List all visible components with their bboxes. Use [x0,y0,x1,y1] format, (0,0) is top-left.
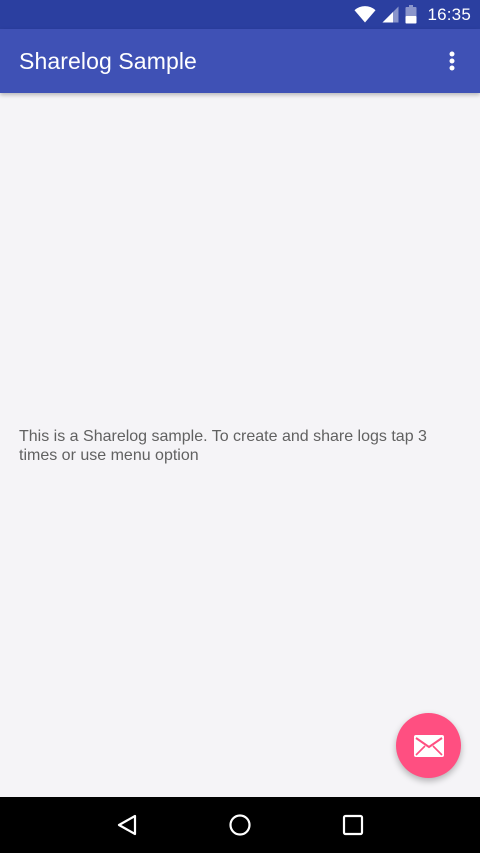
back-button[interactable] [97,797,157,853]
home-icon [229,814,251,836]
email-icon [413,734,444,757]
home-button[interactable] [210,797,270,853]
cell-signal-icon [382,6,399,23]
instruction-text: This is a Sharelog sample. To create and… [19,428,427,464]
recents-button[interactable] [323,797,383,853]
share-email-fab[interactable] [396,713,461,778]
app-screen: 16:35 Sharelog Sample This is a Sharelog… [0,0,480,853]
back-icon [117,814,136,836]
main-content[interactable]: This is a Sharelog sample. To create and… [0,93,480,797]
app-bar: Sharelog Sample [0,29,480,93]
app-title: Sharelog Sample [19,47,197,74]
battery-icon [405,5,417,24]
status-clock: 16:35 [427,4,471,24]
system-nav-bar [0,797,480,853]
status-bar: 16:35 [0,0,480,29]
wifi-icon [354,6,376,23]
more-vert-icon [449,51,455,71]
recents-icon [343,814,364,836]
overflow-menu-button[interactable] [436,41,468,81]
